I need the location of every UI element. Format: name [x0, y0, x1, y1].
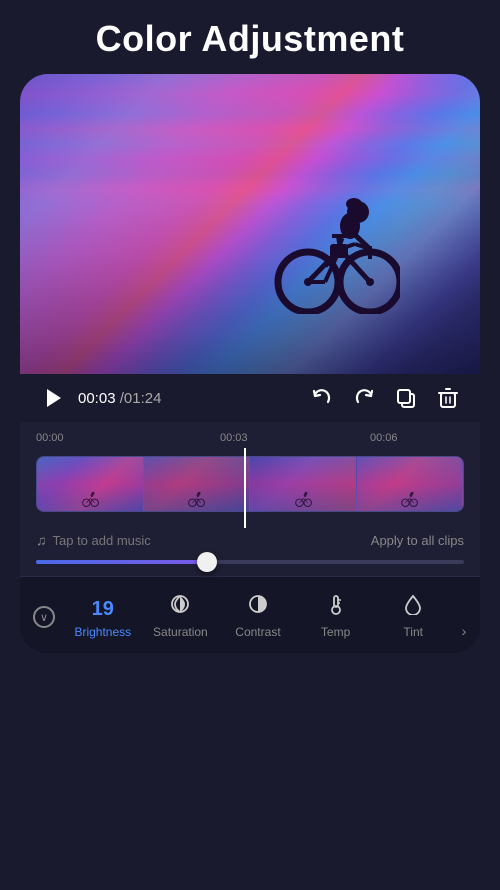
tint-label: Tint — [403, 625, 423, 639]
play-button[interactable] — [38, 384, 66, 412]
track-thumb-4 — [357, 457, 464, 511]
scrubber-fill — [36, 560, 207, 564]
timeline-ruler: 00:00 00:03 00:06 — [20, 428, 480, 448]
collapse-icon: ∨ — [33, 606, 55, 628]
time-total: / — [116, 390, 124, 407]
play-icon — [47, 389, 61, 407]
phone-frame: 00:03 /01:24 — [20, 74, 480, 653]
saturation-label: Saturation — [153, 625, 208, 639]
undo-button[interactable] — [308, 384, 336, 412]
timeline-area: 00:00 00:03 00:06 — [20, 422, 480, 576]
time-current: 00:03 — [78, 390, 116, 407]
music-icon: ♫ — [36, 532, 47, 548]
motion-streaks — [20, 74, 480, 374]
playhead — [244, 448, 246, 528]
time-total-value: 01:24 — [124, 390, 162, 407]
more-tools-button[interactable]: › — [452, 623, 476, 647]
contrast-icon — [247, 593, 269, 619]
music-bar: ♫ Tap to add music Apply to all clips — [20, 528, 480, 556]
saturation-icon — [169, 593, 191, 619]
copy-button[interactable] — [392, 384, 420, 412]
temp-label: Temp — [321, 625, 350, 639]
ruler-tick-1: 00:03 — [220, 432, 248, 444]
temp-icon — [325, 593, 347, 619]
tool-contrast[interactable]: Contrast — [219, 589, 297, 647]
tool-temp[interactable]: Temp — [297, 589, 375, 647]
controls-bar: 00:03 /01:24 — [20, 374, 480, 422]
brightness-value: 19 — [92, 599, 114, 619]
ruler-tick-2: 00:06 — [370, 432, 398, 444]
music-hint[interactable]: Tap to add music — [53, 533, 151, 548]
tool-brightness[interactable]: 19 Brightness — [64, 595, 142, 647]
scrubber-thumb[interactable] — [197, 552, 217, 572]
collapse-button[interactable]: ∨ — [24, 587, 64, 647]
delete-button[interactable] — [434, 384, 462, 412]
track-thumb-3 — [250, 457, 357, 511]
bottom-tools: ∨ 19 Brightness Saturation — [20, 576, 480, 653]
time-display: 00:03 /01:24 — [78, 390, 161, 407]
track-thumb-2 — [144, 457, 251, 511]
ruler-tick-0: 00:00 — [36, 432, 64, 444]
contrast-label: Contrast — [235, 625, 280, 639]
page-title: Color Adjustment — [0, 0, 500, 74]
scrubber-area[interactable] — [20, 556, 480, 572]
video-background — [20, 74, 480, 374]
brightness-label: Brightness — [74, 625, 131, 639]
tool-tint[interactable]: Tint — [374, 589, 452, 647]
cyclist-silhouette — [270, 194, 400, 314]
redo-button[interactable] — [350, 384, 378, 412]
tint-icon — [402, 593, 424, 619]
timeline-tracks[interactable] — [20, 448, 480, 528]
tool-saturation[interactable]: Saturation — [142, 589, 220, 647]
controls-right — [308, 384, 462, 412]
video-preview — [20, 74, 480, 374]
track-thumb-1 — [37, 457, 144, 511]
apply-hint[interactable]: Apply to all clips — [371, 533, 464, 548]
tool-tabs: ∨ 19 Brightness Saturation — [20, 587, 480, 647]
scrubber-track[interactable] — [36, 560, 464, 564]
video-track[interactable] — [36, 456, 464, 512]
